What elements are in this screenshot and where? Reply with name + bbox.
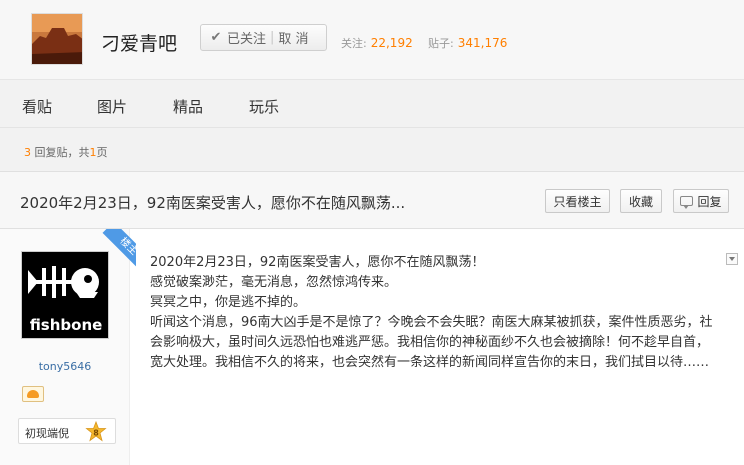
followers-stat: 关注: 22,192 (341, 35, 413, 51)
followers-label: 关注: (341, 37, 367, 50)
post-line: 感觉破案渺茫，毫无消息，忽然惊鸿传来。 (150, 275, 398, 290)
tab-featured[interactable]: 精品 (173, 96, 203, 117)
forum-avatar[interactable] (31, 13, 83, 65)
only-author-label: 只看楼主 (553, 194, 602, 209)
page-count: 1 (89, 146, 97, 159)
thread-title: 2020年2月23日，92南医案受害人，愿你不在随风飘荡... (20, 194, 406, 212)
reply-label: 回复 (697, 194, 722, 209)
thread-starter-badge: 楼主 (96, 229, 136, 269)
reply-count: 3 (24, 146, 31, 159)
author-name[interactable]: tony5646 (0, 360, 130, 373)
posts-label: 贴子: (428, 37, 454, 50)
member-icon[interactable] (22, 386, 44, 402)
post-line: 听闻这个消息，96南大凶手是不是惊了？今晚会不会失眠？南医大麻某被抓获，案件性质… (150, 315, 713, 370)
post-content: 2020年2月23日，92南医案受害人，愿你不在随风飘荡！ 感觉破案渺茫，毫无消… (150, 253, 720, 373)
favorite-button[interactable]: 收藏 (620, 189, 662, 213)
divider: | (270, 30, 275, 45)
forum-title[interactable]: 刁爱青吧 (101, 29, 177, 56)
post: fishbone 楼主 tony5646 初现端倪 8 2020年2月23日，9… (0, 229, 744, 465)
posts-stat: 贴子: 341,176 (428, 35, 507, 51)
rank-title: 初现端倪 (25, 427, 69, 440)
page-label: 页 (96, 146, 108, 159)
followers-count: 22,192 (370, 36, 413, 50)
level-star-icon: 8 (85, 421, 107, 442)
checkmark-icon: ✔ (210, 30, 222, 45)
post-line: 冥冥之中，你是逃不掉的。 (150, 295, 307, 310)
favorite-label: 收藏 (628, 194, 653, 209)
reply-icon (680, 196, 694, 209)
tab-fun[interactable]: 玩乐 (249, 96, 279, 117)
tab-posts[interactable]: 看贴 (22, 96, 52, 117)
level-number: 8 (93, 429, 99, 438)
reply-count-label: 回复贴，共 (34, 146, 90, 159)
only-author-button[interactable]: 只看楼主 (545, 189, 610, 213)
tab-images[interactable]: 图片 (97, 96, 127, 117)
badge-label: 楼主 (102, 229, 136, 269)
forum-nav: 看贴 图片 精品 玩乐 (0, 79, 744, 127)
follow-control: ✔ 已关注 | 取 消 (200, 24, 327, 51)
unfollow-button[interactable]: 取 消 (278, 28, 308, 47)
followed-label: 已关注 (227, 32, 267, 47)
post-menu-dropdown-icon[interactable] (726, 253, 738, 265)
reply-button[interactable]: 回复 (673, 189, 729, 213)
rank-tag[interactable]: 初现端倪 8 (18, 418, 116, 444)
posts-count: 341,176 (457, 36, 508, 50)
post-line: 2020年2月23日，92南医案受害人，愿你不在随风飘荡！ (150, 255, 485, 270)
avatar-logo-text: fishbone (30, 316, 103, 334)
forum-header: 刁爱青吧 ✔ 已关注 | 取 消 关注: 22,192 贴子: 341,176 (0, 0, 744, 79)
reply-count-text: 3 回复贴，共1页 (24, 144, 108, 160)
thread-title-bar: 2020年2月23日，92南医案受害人，愿你不在随风飘荡... 只看楼主 收藏 … (0, 171, 744, 229)
reply-count-bar: 3 回复贴，共1页 (0, 127, 744, 171)
author-panel: fishbone 楼主 tony5646 初现端倪 8 (0, 229, 136, 465)
